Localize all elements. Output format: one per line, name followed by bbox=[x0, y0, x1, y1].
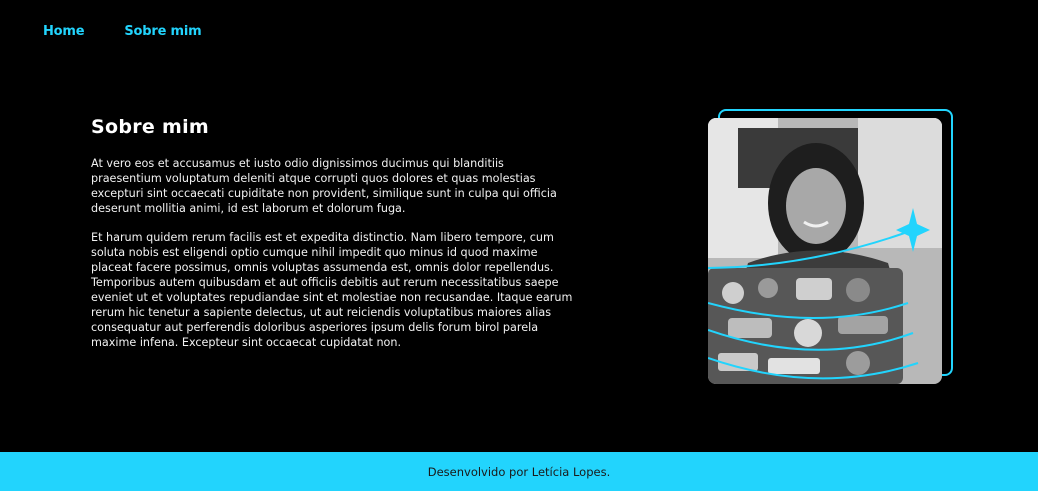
nav-link-home[interactable]: Home bbox=[43, 24, 85, 39]
profile-photo-illustration bbox=[708, 118, 942, 384]
nav-link-sobre-mim[interactable]: Sobre mim bbox=[124, 24, 201, 39]
about-section: Sobre mim At vero eos et accusamus et iu… bbox=[91, 116, 573, 364]
page-title: Sobre mim bbox=[91, 116, 210, 138]
profile-photo-container bbox=[708, 109, 953, 385]
profile-photo bbox=[708, 118, 942, 384]
page-footer: Desenvolvido por Letícia Lopes. bbox=[0, 452, 1038, 491]
footer-credit: Desenvolvido por Letícia Lopes. bbox=[427, 464, 611, 479]
top-nav: Home Sobre mim bbox=[43, 24, 202, 39]
about-paragraph-1: At vero eos et accusamus et iusto odio d… bbox=[91, 157, 557, 215]
about-paragraph-2: Et harum quidem rerum facilis est et exp… bbox=[91, 231, 573, 349]
